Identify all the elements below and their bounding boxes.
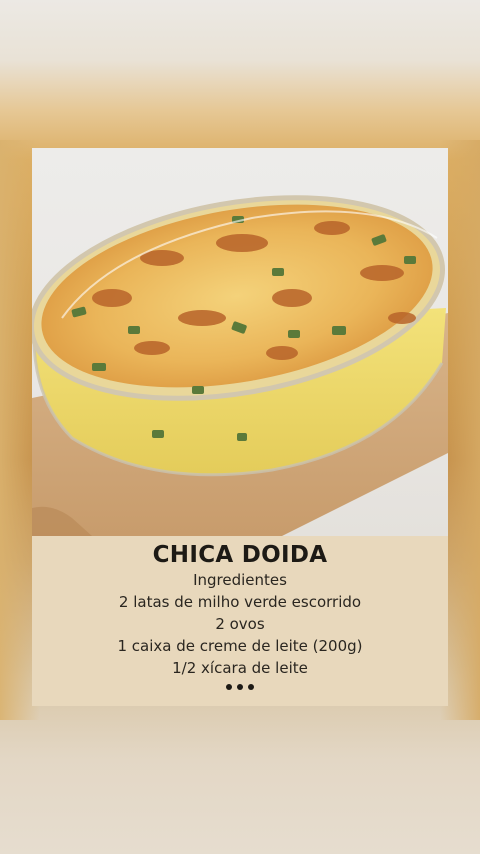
casserole-illustration bbox=[32, 195, 448, 536]
more-dots-icon[interactable] bbox=[32, 684, 448, 690]
recipe-title: CHICA DOIDA bbox=[152, 542, 328, 568]
ingredient-item: 1 caixa de creme de leite (200g) bbox=[117, 637, 363, 655]
ingredient-item: 1/2 xícara de leite bbox=[172, 659, 308, 677]
dot bbox=[226, 684, 232, 690]
recipe-card[interactable]: CHICA DOIDA Ingredientes 2 latas de milh… bbox=[32, 148, 448, 706]
dot bbox=[248, 684, 254, 690]
ingredient-item: 2 latas de milho verde escorrido bbox=[118, 593, 362, 611]
dot bbox=[237, 684, 243, 690]
ingredients-heading: Ingredientes bbox=[193, 571, 287, 589]
casserole-photo bbox=[32, 148, 448, 536]
ingredient-item: 2 ovos bbox=[215, 615, 265, 633]
recipe-caption: CHICA DOIDA Ingredientes 2 latas de milh… bbox=[32, 536, 448, 706]
